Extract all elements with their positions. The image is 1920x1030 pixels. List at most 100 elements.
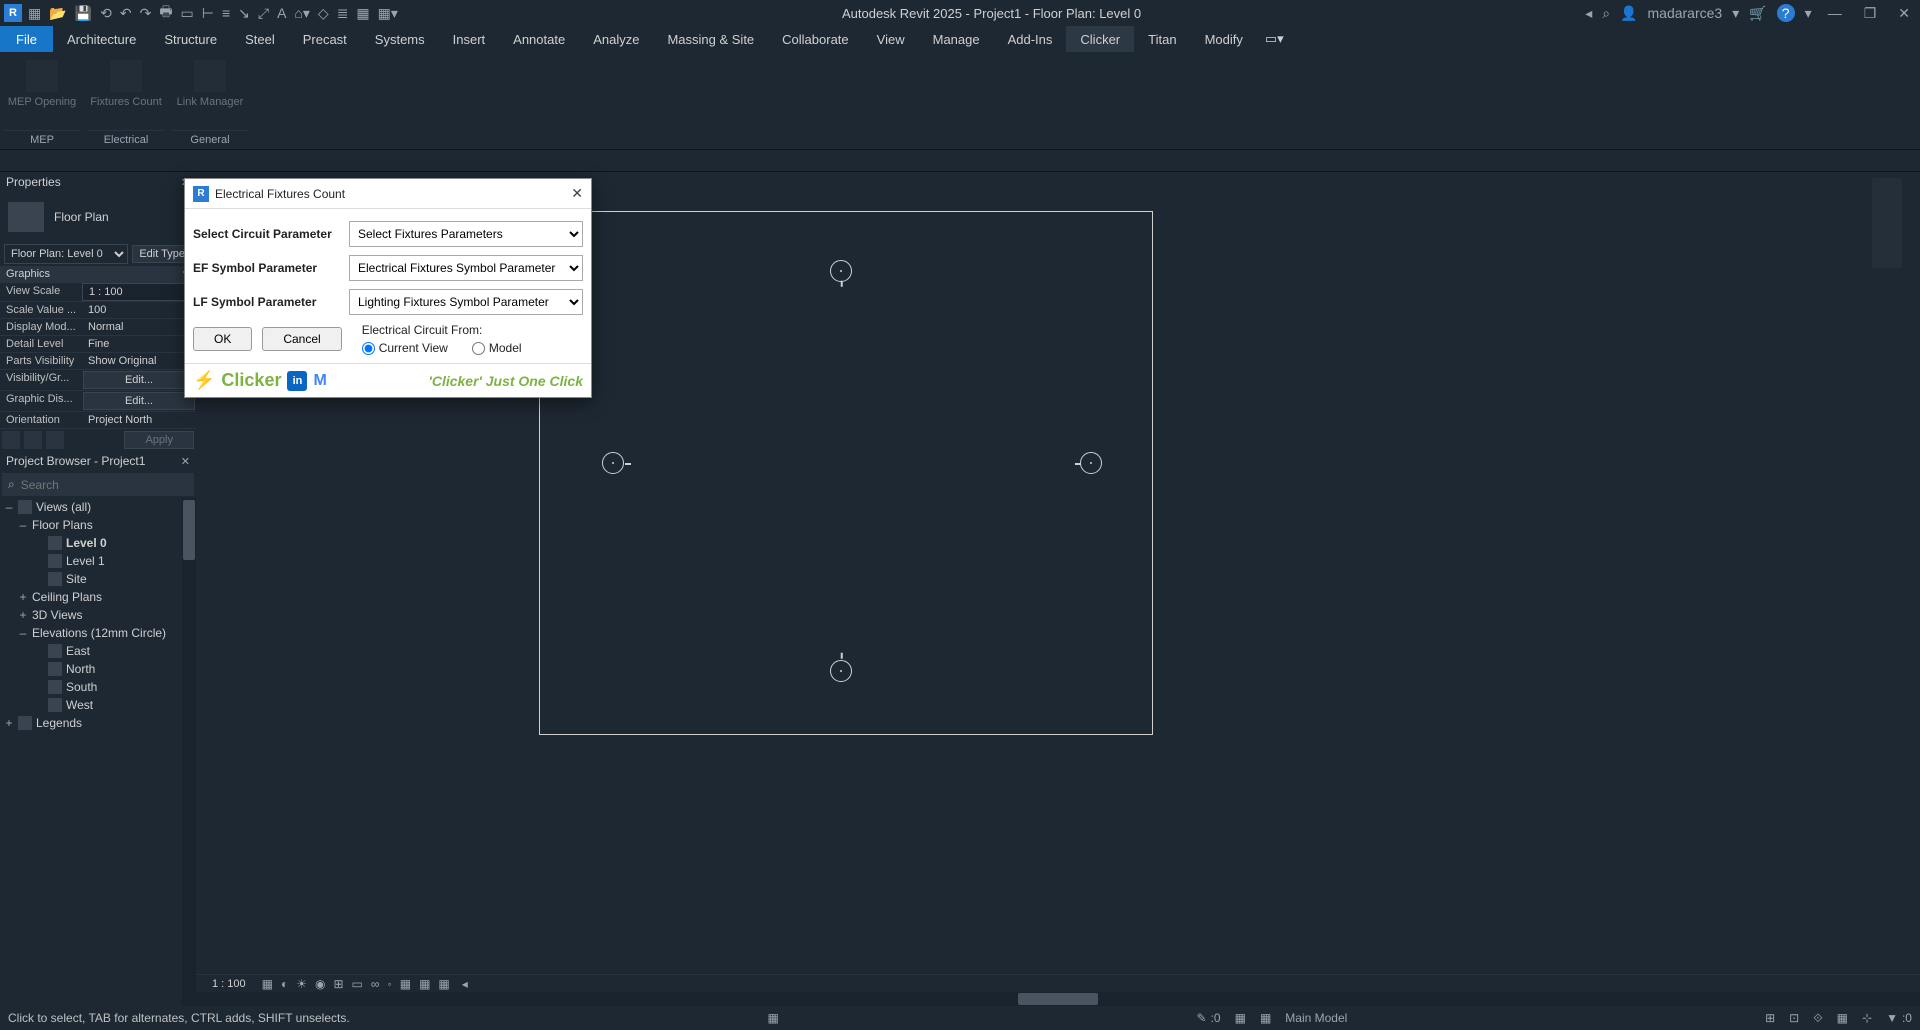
save-icon[interactable]: 💾 xyxy=(75,5,92,22)
view-control-icon[interactable]: ◦ xyxy=(387,977,391,991)
lighting-fixture[interactable] xyxy=(1080,452,1102,474)
gmail-icon[interactable]: M xyxy=(313,372,326,390)
sort-desc-icon[interactable] xyxy=(46,431,64,449)
qat-icon[interactable]: ▭ xyxy=(181,5,194,22)
home-icon[interactable]: ⌂▾ xyxy=(294,5,309,22)
cart-icon[interactable]: 🛒 xyxy=(1749,5,1766,22)
view-control-icon[interactable]: ▦ xyxy=(419,977,430,991)
user-name[interactable]: madararce3 xyxy=(1648,5,1723,21)
circuit-parameter-select[interactable]: Select Fixtures Parameters xyxy=(349,221,583,247)
tab-clicker[interactable]: Clicker xyxy=(1066,26,1134,52)
tree-item[interactable]: –Elevations (12mm Circle) xyxy=(0,624,196,642)
tab-structure[interactable]: Structure xyxy=(150,26,231,52)
text-icon[interactable]: A xyxy=(277,5,286,21)
horizontal-scrollbar[interactable] xyxy=(196,992,1920,1006)
print-icon[interactable]: 🖶 xyxy=(159,1,172,25)
scroll-left-icon[interactable]: ◂ xyxy=(462,977,468,991)
tree-item[interactable]: West xyxy=(0,696,196,714)
apply-button[interactable]: Apply xyxy=(124,431,194,449)
thin-lines-icon[interactable]: ≣ xyxy=(337,5,349,22)
trim-icon[interactable]: ↘ xyxy=(238,5,250,22)
tab-video[interactable]: ▭▾ xyxy=(1257,26,1292,52)
nav-left-icon[interactable]: ◂ xyxy=(1585,5,1592,22)
view-control-icon[interactable]: ▦ xyxy=(438,977,449,991)
panel-close-icon[interactable]: ✕ xyxy=(181,455,190,468)
redo-icon[interactable]: ↷ xyxy=(140,5,152,22)
undo-icon[interactable]: ↶ xyxy=(120,5,132,22)
workset-display[interactable]: Main Model xyxy=(1285,1011,1347,1025)
view-control-icon[interactable]: ◉ xyxy=(315,977,325,991)
tree-twisty[interactable]: – xyxy=(18,626,28,640)
align-icon[interactable]: ≡ xyxy=(222,5,230,21)
lighting-fixture[interactable] xyxy=(830,660,852,682)
tab-analyze[interactable]: Analyze xyxy=(579,26,653,52)
tab-file[interactable]: File xyxy=(0,26,53,52)
close-button[interactable]: ✕ xyxy=(1892,5,1916,22)
qat-icon[interactable]: ▦ xyxy=(28,5,41,22)
tree-item[interactable]: +Legends xyxy=(0,714,196,732)
cancel-button[interactable]: Cancel xyxy=(262,327,341,351)
tab-architecture[interactable]: Architecture xyxy=(53,26,150,52)
status-icon[interactable]: ⊡ xyxy=(1789,1011,1799,1025)
sort-icon[interactable] xyxy=(2,431,20,449)
dialog-close-button[interactable]: ✕ xyxy=(571,185,583,202)
workset-icon[interactable]: ▦ xyxy=(1260,1011,1271,1025)
mep-opening-button[interactable]: MEP Opening xyxy=(4,56,80,112)
tree-twisty[interactable]: + xyxy=(18,590,28,604)
tab-view[interactable]: View xyxy=(863,26,919,52)
search-input[interactable] xyxy=(21,478,188,492)
scale-display[interactable]: 1 : 100 xyxy=(204,978,254,990)
tree-twisty[interactable]: + xyxy=(18,608,28,622)
tree-item[interactable]: +Ceiling Plans xyxy=(0,588,196,606)
filter-count[interactable]: ▼:0 xyxy=(1886,1011,1912,1025)
view-control-icon[interactable]: ⊞ xyxy=(333,977,343,991)
property-group-header[interactable]: Graphics⌃ xyxy=(0,266,196,283)
lighting-fixture[interactable] xyxy=(602,452,624,474)
tree-item[interactable]: East xyxy=(0,642,196,660)
tab-massing[interactable]: Massing & Site xyxy=(653,26,768,52)
tree-scrollbar[interactable] xyxy=(182,498,196,1006)
tree-item[interactable]: +3D Views xyxy=(0,606,196,624)
status-icon[interactable]: ⊞ xyxy=(1765,1011,1775,1025)
app-logo[interactable]: R xyxy=(4,4,22,22)
tab-annotate[interactable]: Annotate xyxy=(499,26,579,52)
tab-modify[interactable]: Modify xyxy=(1191,26,1257,52)
tree-item[interactable]: North xyxy=(0,660,196,678)
property-value[interactable]: Edit... xyxy=(83,371,195,389)
tree-item[interactable]: –Floor Plans xyxy=(0,516,196,534)
help-icon[interactable]: ? xyxy=(1777,4,1795,22)
status-icon[interactable]: ⟐ xyxy=(1813,1011,1822,1026)
section-icon[interactable]: ◇ xyxy=(318,5,329,22)
view-control-icon[interactable]: ◐ xyxy=(281,977,288,991)
view-control-icon[interactable]: ▦ xyxy=(400,977,411,991)
dropdown-icon[interactable]: ▾ xyxy=(1805,5,1812,22)
tree-item[interactable]: –Views (all) xyxy=(0,498,196,516)
tab-precast[interactable]: Precast xyxy=(289,26,361,52)
tab-addins[interactable]: Add-Ins xyxy=(994,26,1067,52)
radio-model[interactable]: Model xyxy=(472,341,522,355)
status-icon[interactable]: ▦ xyxy=(1837,1011,1848,1025)
status-icon[interactable]: ▦ xyxy=(767,1011,778,1025)
view-control-icon[interactable]: ▭ xyxy=(352,977,363,991)
close-views-icon[interactable]: ▦ xyxy=(356,5,369,22)
tab-insert[interactable]: Insert xyxy=(439,26,500,52)
property-value[interactable]: 1 : 100 xyxy=(82,283,196,301)
tree-item[interactable]: South xyxy=(0,678,196,696)
tree-twisty[interactable]: – xyxy=(4,500,14,514)
lf-symbol-parameter-select[interactable]: Lighting Fixtures Symbol Parameter xyxy=(349,289,583,315)
tree-twisty[interactable]: – xyxy=(18,518,28,532)
workset-icon[interactable]: ▦ xyxy=(1235,1011,1246,1025)
tab-systems[interactable]: Systems xyxy=(361,26,439,52)
instance-selector[interactable]: Floor Plan: Level 0 xyxy=(4,244,128,264)
tab-titan[interactable]: Titan xyxy=(1134,26,1190,52)
minimize-button[interactable]: — xyxy=(1822,5,1848,21)
sort-asc-icon[interactable] xyxy=(24,431,42,449)
switch-windows-icon[interactable]: ▦▾ xyxy=(378,5,398,22)
fixtures-count-button[interactable]: Fixtures Count xyxy=(88,56,164,112)
status-icon[interactable]: ⊹ xyxy=(1862,1011,1872,1025)
tab-steel[interactable]: Steel xyxy=(231,26,289,52)
navigation-bar[interactable] xyxy=(1872,178,1902,268)
view-control-icon[interactable]: ☀ xyxy=(296,977,307,991)
search-icon[interactable]: ⌕ xyxy=(1602,5,1610,22)
dimension-icon[interactable]: ⤢ xyxy=(258,5,269,22)
